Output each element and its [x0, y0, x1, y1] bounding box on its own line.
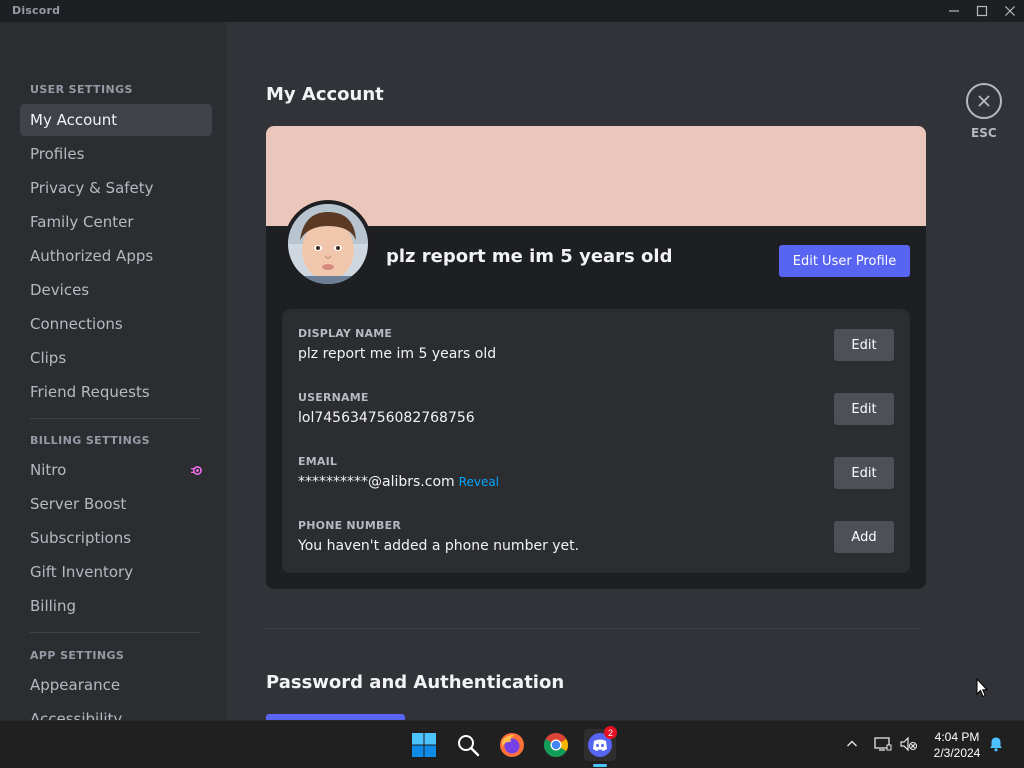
notification-bell-icon	[990, 737, 1002, 752]
esc-label: ESC	[971, 126, 997, 140]
volume-muted-icon	[900, 736, 918, 752]
taskbar-clock[interactable]: 4:04 PM 2/3/2024	[924, 729, 990, 761]
section-divider	[266, 628, 922, 629]
edit-user-profile-button[interactable]: Edit User Profile	[779, 245, 910, 277]
chrome-icon	[543, 733, 569, 758]
maximize-button[interactable]	[968, 0, 996, 22]
account-info-panel: DISPLAY NAME plz report me im 5 years ol…	[282, 309, 910, 573]
sidebar-item-accessibility[interactable]: Accessibility	[20, 703, 212, 720]
profile-banner	[266, 126, 926, 226]
sidebar-item-privacy-safety[interactable]: Privacy & Safety	[20, 172, 212, 204]
taskbar-firefox[interactable]	[496, 729, 528, 761]
account-card: plz report me im 5 years old Edit User P…	[266, 126, 926, 589]
sidebar-item-my-account[interactable]: My Account	[20, 104, 212, 136]
windows-start-icon	[412, 733, 436, 757]
sidebar-item-server-boost[interactable]: Server Boost	[20, 488, 212, 520]
sidebar-header-user-settings: USER SETTINGS	[30, 83, 133, 96]
volume-button[interactable]	[900, 735, 918, 753]
search-icon	[458, 735, 480, 757]
sidebar-item-gift-inventory[interactable]: Gift Inventory	[20, 556, 212, 588]
avatar-image	[288, 204, 368, 284]
sidebar-header-app-settings: APP SETTINGS	[30, 649, 125, 662]
chevron-up-icon	[847, 740, 857, 747]
minimize-icon	[949, 10, 959, 12]
username-label: USERNAME	[298, 391, 369, 404]
title-bar: Discord	[0, 0, 1024, 22]
sidebar-item-family-center[interactable]: Family Center	[20, 206, 212, 238]
taskbar-search-button[interactable]	[452, 729, 484, 761]
close-window-button[interactable]	[996, 0, 1024, 22]
network-button[interactable]	[874, 735, 892, 753]
taskbar: 2 4:04 PM 2/3/2024	[0, 720, 1024, 768]
notifications-button[interactable]	[987, 735, 1005, 753]
sidebar-item-authorized-apps[interactable]: Authorized Apps	[20, 240, 212, 272]
display-name-value: plz report me im 5 years old	[298, 346, 497, 362]
start-button[interactable]	[408, 729, 440, 761]
password-auth-heading: Password and Authentication	[266, 672, 565, 693]
close-icon	[978, 95, 990, 107]
sidebar-item-devices[interactable]: Devices	[20, 274, 212, 306]
sidebar-item-appearance[interactable]: Appearance	[20, 669, 212, 701]
email-label: EMAIL	[298, 455, 338, 468]
maximize-icon	[976, 5, 988, 17]
sidebar-item-friend-requests[interactable]: Friend Requests	[20, 376, 212, 408]
nitro-icon	[191, 466, 202, 475]
phone-number-label: PHONE NUMBER	[298, 519, 402, 532]
email-value: **********@alibrs.com	[298, 474, 455, 490]
clock-time: 4:04 PM	[934, 730, 980, 744]
display-name-label: DISPLAY NAME	[298, 327, 393, 340]
reveal-email-link[interactable]: Reveal	[459, 475, 499, 489]
edit-username-button[interactable]: Edit	[834, 393, 894, 425]
avatar[interactable]	[284, 200, 372, 288]
sidebar-item-profiles[interactable]: Profiles	[20, 138, 212, 170]
settings-content: My Account ESC plz report me im 5 years …	[226, 22, 1024, 720]
sidebar-item-billing[interactable]: Billing	[20, 590, 212, 622]
sidebar-item-connections[interactable]: Connections	[20, 308, 212, 340]
settings-sidebar: USER SETTINGS My Account Profiles Privac…	[0, 22, 226, 720]
network-icon	[874, 737, 892, 751]
sidebar-item-clips[interactable]: Clips	[20, 342, 212, 374]
sidebar-header-billing-settings: BILLING SETTINGS	[30, 434, 150, 447]
discord-notification-badge: 2	[604, 726, 617, 739]
edit-display-name-button[interactable]: Edit	[834, 329, 894, 361]
phone-number-value: You haven't added a phone number yet.	[298, 538, 580, 554]
clock-date: 2/3/2024	[933, 746, 981, 760]
sidebar-item-subscriptions[interactable]: Subscriptions	[20, 522, 212, 554]
sidebar-separator	[30, 632, 200, 633]
page-title: My Account	[266, 84, 384, 105]
email-value-row: **********@alibrs.com Reveal	[298, 474, 499, 490]
sidebar-item-label: Nitro	[30, 461, 67, 479]
active-app-indicator	[593, 764, 607, 767]
close-window-icon	[1005, 6, 1015, 16]
sidebar-item-nitro[interactable]: Nitro	[20, 454, 212, 486]
minimize-button[interactable]	[940, 0, 968, 22]
username-value: lol745634756082768756	[298, 410, 475, 426]
sidebar-separator	[30, 418, 200, 419]
close-settings-button[interactable]	[966, 83, 1002, 119]
show-hidden-icons-button[interactable]	[843, 735, 861, 753]
taskbar-chrome[interactable]	[540, 729, 572, 761]
app-title: Discord	[12, 4, 61, 17]
profile-username: plz report me im 5 years old	[386, 246, 673, 267]
edit-email-button[interactable]: Edit	[834, 457, 894, 489]
add-phone-number-button[interactable]: Add	[834, 521, 894, 553]
firefox-icon	[500, 733, 524, 757]
mouse-cursor-icon	[976, 678, 988, 698]
